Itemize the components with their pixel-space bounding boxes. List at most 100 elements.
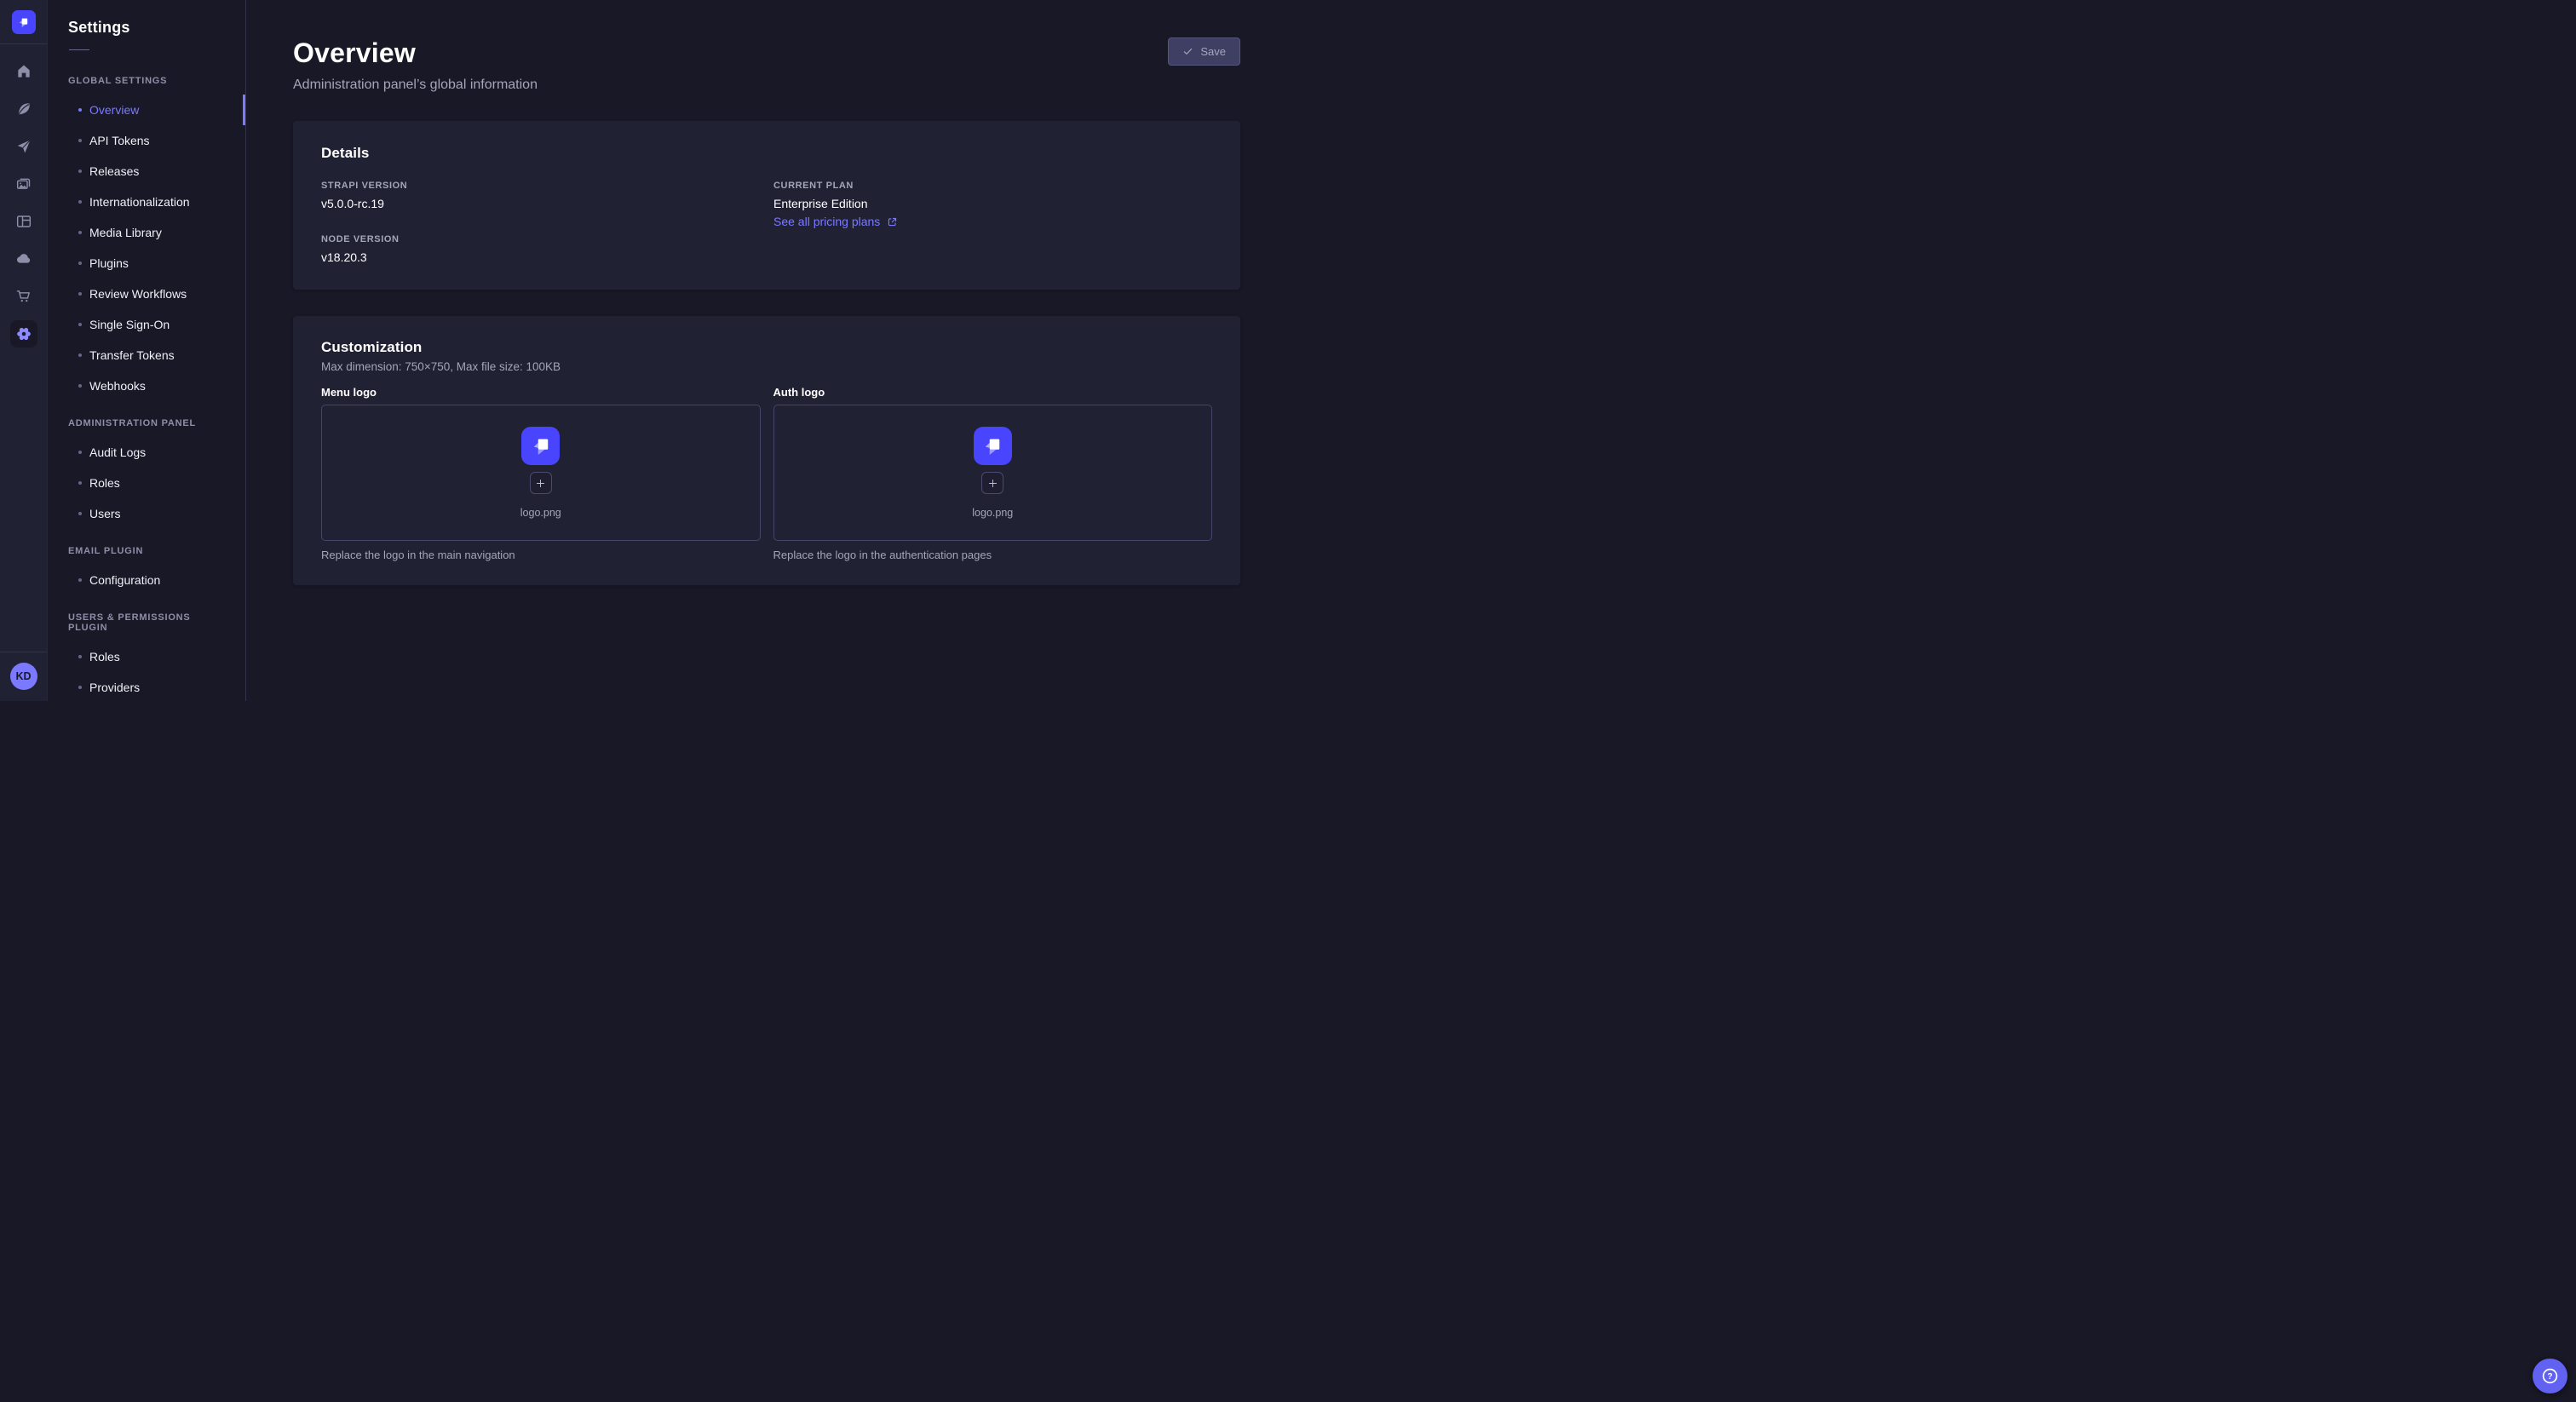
subnav-item-media-library[interactable]: Media Library	[48, 217, 245, 248]
subnav-item-overview[interactable]: Overview	[48, 95, 245, 125]
subnav-section-label: USERS & PERMISSIONS PLUGIN	[48, 607, 245, 638]
subnav-item-configuration[interactable]: Configuration	[48, 565, 245, 595]
customization-card: Customization Max dimension: 750×750, Ma…	[293, 316, 1240, 585]
strapi-glyph-icon	[980, 434, 1005, 459]
subnav-title: Settings	[48, 19, 245, 37]
bullet-dot-icon	[78, 578, 82, 582]
subnav-item-roles[interactable]: Roles	[48, 468, 245, 498]
strapi-glyph-icon	[16, 15, 31, 30]
content-manager-feather-icon[interactable]	[10, 95, 37, 123]
settings-gear-icon[interactable]	[10, 320, 37, 348]
subnav-item-review-workflows[interactable]: Review Workflows	[48, 279, 245, 309]
strapi-logo[interactable]	[12, 10, 36, 34]
subnav-section: EMAIL PLUGIN Configuration	[48, 541, 245, 595]
help-button[interactable]: ?	[2533, 1359, 2567, 1393]
auth-logo-filename: logo.png	[972, 507, 1013, 519]
bullet-dot-icon	[78, 323, 82, 326]
subnav-item-releases[interactable]: Releases	[48, 156, 245, 187]
subnav-item-users[interactable]: Users	[48, 498, 245, 529]
brand-area	[0, 0, 47, 44]
main-nav-rail: KD	[0, 0, 48, 701]
bullet-dot-icon	[78, 481, 82, 485]
subnav-item-providers[interactable]: Providers	[48, 672, 245, 701]
releases-paper-plane-icon[interactable]	[10, 133, 37, 160]
bullet-dot-icon	[78, 139, 82, 142]
subnav-item-single-sign-on[interactable]: Single Sign-On	[48, 309, 245, 340]
question-mark-icon: ?	[2540, 1366, 2560, 1386]
auth-logo-upload: Auth logo	[773, 386, 1213, 561]
menu-logo-filename: logo.png	[520, 507, 561, 519]
subnav-section-label: EMAIL PLUGIN	[48, 541, 245, 561]
bullet-dot-icon	[78, 384, 82, 388]
menu-logo-dropzone[interactable]: logo.png	[321, 405, 761, 541]
home-icon[interactable]	[10, 58, 37, 85]
svg-text:?: ?	[2547, 1372, 2552, 1382]
customization-constraints: Max dimension: 750×750, Max file size: 1…	[321, 360, 1212, 373]
cloud-icon[interactable]	[10, 245, 37, 273]
subnav-divider	[69, 49, 89, 50]
subnav-item-label: Configuration	[89, 573, 160, 587]
subnav-item-label: Providers	[89, 681, 140, 694]
strapi-glyph-icon	[528, 434, 554, 459]
subnav-item-label: Roles	[89, 476, 120, 490]
subnav-item-label: Webhooks	[89, 379, 146, 393]
subnav-section: USERS & PERMISSIONS PLUGINRoles Providers	[48, 607, 245, 701]
media-library-icon[interactable]	[10, 170, 37, 198]
auth-logo-dropzone[interactable]: logo.png	[773, 405, 1213, 541]
subnav-item-internationalization[interactable]: Internationalization	[48, 187, 245, 217]
plus-icon	[987, 478, 998, 489]
subnav-item-webhooks[interactable]: Webhooks	[48, 371, 245, 401]
pricing-plans-link[interactable]: See all pricing plans	[773, 215, 898, 228]
details-card: Details STRAPI VERSION v5.0.0-rc.19 NODE…	[293, 121, 1240, 290]
subnav-item-label: Review Workflows	[89, 287, 187, 301]
menu-logo-upload: Menu logo	[321, 386, 761, 561]
subnav-item-label: Media Library	[89, 226, 162, 239]
menu-logo-preview	[521, 427, 560, 465]
node-version-field: NODE VERSION v18.20.3	[321, 234, 760, 264]
subnav-item-audit-logs[interactable]: Audit Logs	[48, 437, 245, 468]
page-title: Overview	[293, 37, 538, 69]
subnav-item-label: Internationalization	[89, 195, 190, 209]
marketplace-cart-icon[interactable]	[10, 283, 37, 310]
app-root: KD Settings GLOBAL SETTINGS Overview API T…	[0, 0, 1288, 701]
user-avatar[interactable]: KD	[10, 663, 37, 690]
plus-icon	[535, 478, 546, 489]
customization-card-title: Customization	[321, 339, 1212, 356]
bullet-dot-icon	[78, 200, 82, 204]
rail-icon-list	[10, 58, 37, 652]
bullet-dot-icon	[78, 655, 82, 658]
subnav-item-api-tokens[interactable]: API Tokens	[48, 125, 245, 156]
bullet-dot-icon	[78, 261, 82, 265]
subnav-item-label: Users	[89, 507, 121, 520]
external-link-icon	[887, 216, 898, 227]
menu-logo-caption: Replace the logo in the main navigation	[321, 549, 761, 561]
subnav-section: ADMINISTRATION PANEL Audit Logs Roles Users	[48, 413, 245, 529]
main-content: Overview Administration panel’s global i…	[246, 0, 1288, 701]
bullet-dot-icon	[78, 686, 82, 689]
strapi-version-field: STRAPI VERSION v5.0.0-rc.19	[321, 181, 760, 210]
page-header: Overview Administration panel’s global i…	[293, 37, 1240, 93]
bullet-dot-icon	[78, 451, 82, 454]
bullet-dot-icon	[78, 512, 82, 515]
add-auth-logo-button[interactable]	[981, 472, 1003, 494]
bullet-dot-icon	[78, 353, 82, 357]
subnav-item-transfer-tokens[interactable]: Transfer Tokens	[48, 340, 245, 371]
subnav-section-label: ADMINISTRATION PANEL	[48, 413, 245, 434]
bullet-dot-icon	[78, 231, 82, 234]
rail-footer: KD	[0, 652, 47, 701]
save-button[interactable]: Save	[1168, 37, 1240, 66]
content-type-builder-icon[interactable]	[10, 208, 37, 235]
subnav-item-label: Releases	[89, 164, 139, 178]
subnav-item-roles[interactable]: Roles	[48, 641, 245, 672]
save-button-label: Save	[1200, 45, 1226, 58]
auth-logo-caption: Replace the logo in the authentication p…	[773, 549, 1213, 561]
subnav-item-plugins[interactable]: Plugins	[48, 248, 245, 279]
auth-logo-preview	[974, 427, 1012, 465]
bullet-dot-icon	[78, 292, 82, 296]
subnav-section-label: GLOBAL SETTINGS	[48, 71, 245, 91]
subnav-item-label: Plugins	[89, 256, 129, 270]
subnav-sections: GLOBAL SETTINGS Overview API Tokens Release…	[48, 71, 245, 701]
subnav-item-label: API Tokens	[89, 134, 150, 147]
add-menu-logo-button[interactable]	[530, 472, 552, 494]
subnav-section: GLOBAL SETTINGS Overview API Tokens Release…	[48, 71, 245, 401]
